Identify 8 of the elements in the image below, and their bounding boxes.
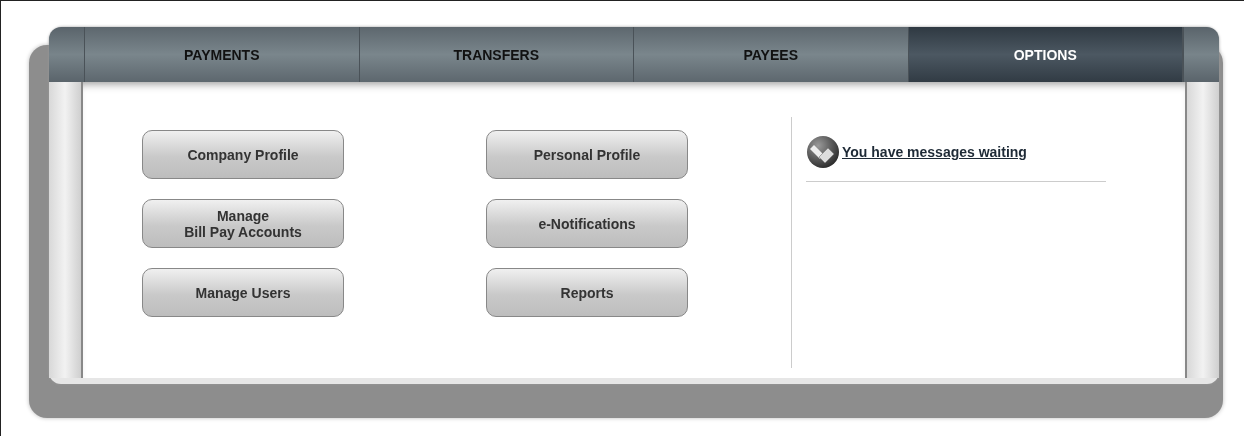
option-button[interactable]: Personal Profile: [486, 130, 688, 179]
messages-link[interactable]: You have messages waiting: [842, 144, 1027, 160]
option-button[interactable]: Company Profile: [142, 130, 344, 179]
option-button[interactable]: e-Notifications: [486, 199, 688, 248]
option-button[interactable]: Reports: [486, 268, 688, 317]
option-button[interactable]: Manage Users: [142, 268, 344, 317]
nav-tab[interactable]: OPTIONS: [908, 27, 1183, 82]
option-button[interactable]: Manage Bill Pay Accounts: [142, 199, 344, 248]
